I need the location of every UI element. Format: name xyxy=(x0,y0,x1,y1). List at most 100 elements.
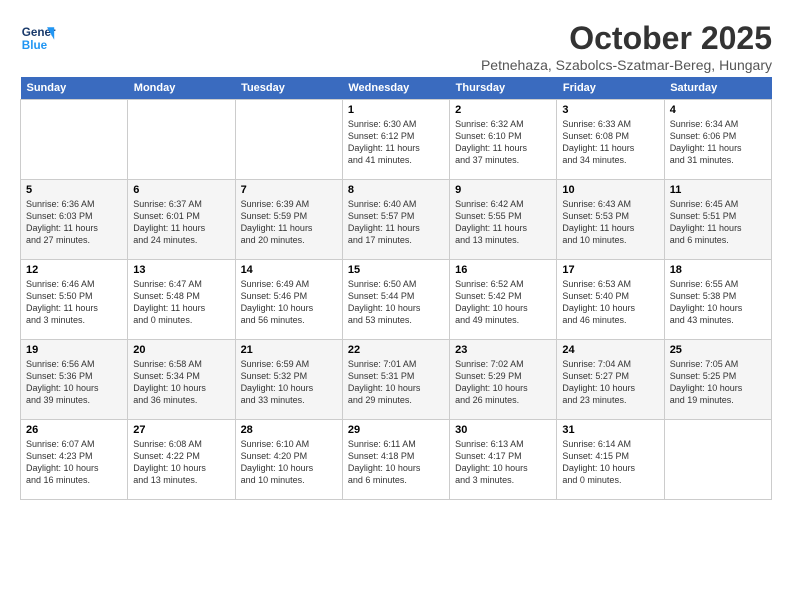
day-info: Sunrise: 6:47 AMSunset: 5:48 PMDaylight:… xyxy=(133,278,229,327)
day-info: Sunrise: 6:40 AMSunset: 5:57 PMDaylight:… xyxy=(348,198,444,247)
day-info: Sunrise: 6:33 AMSunset: 6:08 PMDaylight:… xyxy=(562,118,658,167)
day-info: Sunrise: 6:52 AMSunset: 5:42 PMDaylight:… xyxy=(455,278,551,327)
calendar-cell: 1 Sunrise: 6:30 AMSunset: 6:12 PMDaylight… xyxy=(342,100,449,180)
day-number: 29 xyxy=(348,424,444,436)
calendar-cell: 20 Sunrise: 6:58 AMSunset: 5:34 PMDayligh… xyxy=(128,340,235,420)
calendar-cell: 8 Sunrise: 6:40 AMSunset: 5:57 PMDaylight… xyxy=(342,180,449,260)
calendar-cell: 31 Sunrise: 6:14 AMSunset: 4:15 PMDayligh… xyxy=(557,420,664,500)
day-number: 26 xyxy=(26,424,122,436)
day-info: Sunrise: 6:10 AMSunset: 4:20 PMDaylight:… xyxy=(241,438,337,487)
logo: General Blue General Blue xyxy=(20,20,56,56)
day-info: Sunrise: 6:53 AMSunset: 5:40 PMDaylight:… xyxy=(562,278,658,327)
calendar-cell: 18 Sunrise: 6:55 AMSunset: 5:38 PMDayligh… xyxy=(664,260,771,340)
day-number: 30 xyxy=(455,424,551,436)
calendar-cell: 5 Sunrise: 6:36 AMSunset: 6:03 PMDaylight… xyxy=(21,180,128,260)
day-info: Sunrise: 6:49 AMSunset: 5:46 PMDaylight:… xyxy=(241,278,337,327)
day-number: 9 xyxy=(455,184,551,196)
calendar-cell xyxy=(664,420,771,500)
day-info: Sunrise: 6:56 AMSunset: 5:36 PMDaylight:… xyxy=(26,358,122,407)
day-number: 25 xyxy=(670,344,766,356)
day-number: 28 xyxy=(241,424,337,436)
day-number: 24 xyxy=(562,344,658,356)
calendar-cell: 19 Sunrise: 6:56 AMSunset: 5:36 PMDayligh… xyxy=(21,340,128,420)
calendar-cell: 7 Sunrise: 6:39 AMSunset: 5:59 PMDaylight… xyxy=(235,180,342,260)
calendar-cell: 28 Sunrise: 6:10 AMSunset: 4:20 PMDayligh… xyxy=(235,420,342,500)
day-number: 12 xyxy=(26,264,122,276)
day-info: Sunrise: 6:58 AMSunset: 5:34 PMDaylight:… xyxy=(133,358,229,407)
calendar-cell: 3 Sunrise: 6:33 AMSunset: 6:08 PMDaylight… xyxy=(557,100,664,180)
day-info: Sunrise: 7:02 AMSunset: 5:29 PMDaylight:… xyxy=(455,358,551,407)
day-info: Sunrise: 6:39 AMSunset: 5:59 PMDaylight:… xyxy=(241,198,337,247)
day-number: 21 xyxy=(241,344,337,356)
weekday-header-tuesday: Tuesday xyxy=(235,77,342,100)
day-info: Sunrise: 7:05 AMSunset: 5:25 PMDaylight:… xyxy=(670,358,766,407)
day-number: 31 xyxy=(562,424,658,436)
calendar-cell: 14 Sunrise: 6:49 AMSunset: 5:46 PMDayligh… xyxy=(235,260,342,340)
calendar-cell: 13Sunrise: 6:47 AMSunset: 5:48 PMDayligh… xyxy=(128,260,235,340)
day-number: 8 xyxy=(348,184,444,196)
location-subtitle: Petnehaza, Szabolcs-Szatmar-Bereg, Hunga… xyxy=(481,57,772,73)
day-number: 15 xyxy=(348,264,444,276)
svg-text:Blue: Blue xyxy=(22,39,48,52)
month-title: October 2025 xyxy=(481,20,772,57)
page-header: General Blue General Blue October 2025 P… xyxy=(20,20,772,73)
calendar-cell: 4Sunrise: 6:34 AMSunset: 6:06 PMDaylight… xyxy=(664,100,771,180)
calendar-cell: 25 Sunrise: 7:05 AMSunset: 5:25 PMDayligh… xyxy=(664,340,771,420)
calendar-cell: 27 Sunrise: 6:08 AMSunset: 4:22 PMDayligh… xyxy=(128,420,235,500)
day-info: Sunrise: 6:45 AMSunset: 5:51 PMDaylight:… xyxy=(670,198,766,247)
calendar-table: SundayMondayTuesdayWednesdayThursdayFrid… xyxy=(20,77,772,500)
calendar-cell: 22Sunrise: 7:01 AMSunset: 5:31 PMDayligh… xyxy=(342,340,449,420)
weekday-header-thursday: Thursday xyxy=(450,77,557,100)
calendar-cell: 24 Sunrise: 7:04 AMSunset: 5:27 PMDayligh… xyxy=(557,340,664,420)
calendar-cell: 10 Sunrise: 6:43 AMSunset: 5:53 PMDayligh… xyxy=(557,180,664,260)
day-info: Sunrise: 6:59 AMSunset: 5:32 PMDaylight:… xyxy=(241,358,337,407)
weekday-header-sunday: Sunday xyxy=(21,77,128,100)
day-number: 3 xyxy=(562,104,658,116)
day-info: Sunrise: 6:07 AMSunset: 4:23 PMDaylight:… xyxy=(26,438,122,487)
day-number: 18 xyxy=(670,264,766,276)
calendar-cell: 29 Sunrise: 6:11 AMSunset: 4:18 PMDayligh… xyxy=(342,420,449,500)
day-info: Sunrise: 6:36 AMSunset: 6:03 PMDaylight:… xyxy=(26,198,122,247)
calendar-cell: 16 Sunrise: 6:52 AMSunset: 5:42 PMDayligh… xyxy=(450,260,557,340)
calendar-cell: 30 Sunrise: 6:13 AMSunset: 4:17 PMDayligh… xyxy=(450,420,557,500)
weekday-header-row: SundayMondayTuesdayWednesdayThursdayFrid… xyxy=(21,77,772,100)
day-number: 10 xyxy=(562,184,658,196)
calendar-cell: 11 Sunrise: 6:45 AMSunset: 5:51 PMDayligh… xyxy=(664,180,771,260)
calendar-cell: 15 Sunrise: 6:50 AMSunset: 5:44 PMDayligh… xyxy=(342,260,449,340)
weekday-header-monday: Monday xyxy=(128,77,235,100)
day-number: 1 xyxy=(348,104,444,116)
week-row-1: 1 Sunrise: 6:30 AMSunset: 6:12 PMDaylight… xyxy=(21,100,772,180)
calendar-cell xyxy=(235,100,342,180)
day-info: Sunrise: 6:43 AMSunset: 5:53 PMDaylight:… xyxy=(562,198,658,247)
day-info: Sunrise: 6:11 AMSunset: 4:18 PMDaylight:… xyxy=(348,438,444,487)
day-number: 17 xyxy=(562,264,658,276)
day-number: 5 xyxy=(26,184,122,196)
day-number: 7 xyxy=(241,184,337,196)
calendar-cell: 17 Sunrise: 6:53 AMSunset: 5:40 PMDayligh… xyxy=(557,260,664,340)
day-info: Sunrise: 6:50 AMSunset: 5:44 PMDaylight:… xyxy=(348,278,444,327)
week-row-5: 26 Sunrise: 6:07 AMSunset: 4:23 PMDayligh… xyxy=(21,420,772,500)
day-info: Sunrise: 6:37 AMSunset: 6:01 PMDaylight:… xyxy=(133,198,229,247)
day-info: Sunrise: 6:55 AMSunset: 5:38 PMDaylight:… xyxy=(670,278,766,327)
calendar-cell xyxy=(128,100,235,180)
calendar-cell xyxy=(21,100,128,180)
day-info: Sunrise: 7:04 AMSunset: 5:27 PMDaylight:… xyxy=(562,358,658,407)
calendar-cell: 21 Sunrise: 6:59 AMSunset: 5:32 PMDayligh… xyxy=(235,340,342,420)
day-info: Sunrise: 6:14 AMSunset: 4:15 PMDaylight:… xyxy=(562,438,658,487)
weekday-header-friday: Friday xyxy=(557,77,664,100)
day-number: 2 xyxy=(455,104,551,116)
logo-icon: General Blue xyxy=(20,20,56,56)
day-info: Sunrise: 6:30 AMSunset: 6:12 PMDaylight:… xyxy=(348,118,444,167)
week-row-4: 19 Sunrise: 6:56 AMSunset: 5:36 PMDayligh… xyxy=(21,340,772,420)
day-number: 11 xyxy=(670,184,766,196)
calendar-cell: 12Sunrise: 6:46 AMSunset: 5:50 PMDayligh… xyxy=(21,260,128,340)
day-number: 16 xyxy=(455,264,551,276)
day-number: 20 xyxy=(133,344,229,356)
day-number: 14 xyxy=(241,264,337,276)
day-info: Sunrise: 6:13 AMSunset: 4:17 PMDaylight:… xyxy=(455,438,551,487)
day-info: Sunrise: 6:08 AMSunset: 4:22 PMDaylight:… xyxy=(133,438,229,487)
day-number: 19 xyxy=(26,344,122,356)
title-section: October 2025 Petnehaza, Szabolcs-Szatmar… xyxy=(481,20,772,73)
day-number: 27 xyxy=(133,424,229,436)
week-row-2: 5 Sunrise: 6:36 AMSunset: 6:03 PMDaylight… xyxy=(21,180,772,260)
